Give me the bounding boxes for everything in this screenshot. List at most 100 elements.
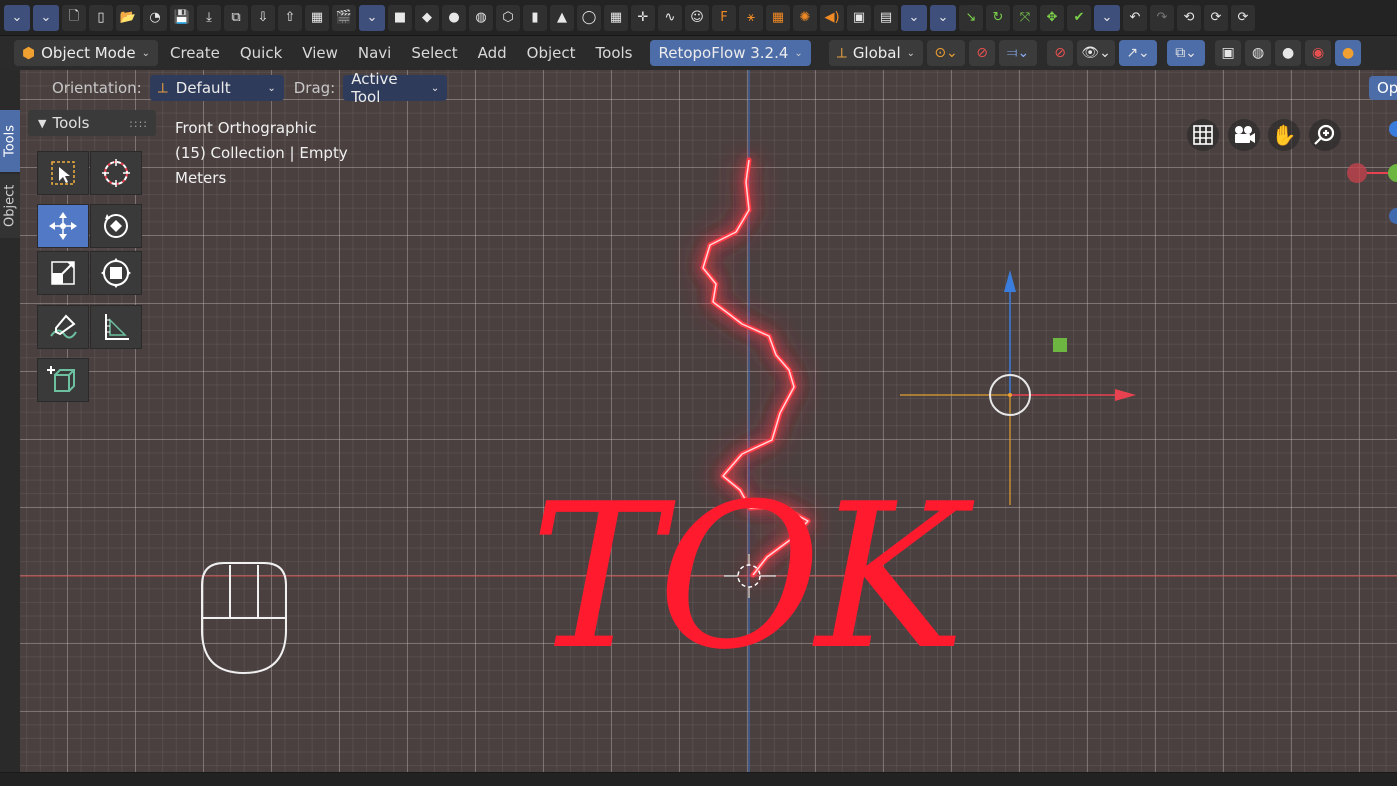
retopoflow-button[interactable]: RetopoFlow 3.2.4 ⌄ (650, 40, 811, 66)
save-icon[interactable]: 💾 (170, 4, 194, 31)
wireframe-shading-icon[interactable]: ◍ (1245, 40, 1272, 66)
menu-tools[interactable]: Tools (588, 40, 641, 66)
menu-quick[interactable]: Quick (232, 40, 290, 66)
3d-viewport[interactable]: TOK ✋ (20, 70, 1397, 772)
menu-dropdown-button[interactable]: ⌄ (4, 4, 30, 31)
menu-object[interactable]: Object (519, 40, 584, 66)
file-new-icon[interactable]: 🗋 (62, 4, 86, 31)
empty-icon[interactable]: ✛ (631, 4, 655, 31)
measure-tool[interactable] (90, 305, 142, 349)
speaker-icon[interactable]: ◀) (820, 4, 844, 31)
select-box-tool[interactable] (37, 151, 89, 195)
y-plane-handle[interactable] (1053, 338, 1067, 352)
cube-icon: ⬢ (22, 44, 36, 62)
light-icon[interactable]: ✺ (793, 4, 817, 31)
import-icon[interactable]: ⇩ (251, 4, 275, 31)
transform-tool[interactable] (90, 251, 142, 295)
armature-icon[interactable]: ⚹ (739, 4, 763, 31)
apply-icon[interactable]: ✔ (1067, 4, 1091, 31)
camera-icon[interactable] (1228, 119, 1260, 151)
tools-panel-header[interactable]: ▼ Tools :::: (28, 110, 156, 136)
monkey-icon[interactable]: ☺ (685, 4, 709, 31)
export-icon[interactable]: ⇧ (278, 4, 302, 31)
sphere-icon[interactable]: ● (442, 4, 466, 31)
proportional-edit-icon[interactable]: ⊘ (1047, 40, 1074, 66)
menu-view[interactable]: View (294, 40, 346, 66)
xray-icon[interactable]: ▣ (1215, 40, 1242, 66)
options-button[interactable]: Op (1369, 76, 1397, 100)
text-icon[interactable]: F (712, 4, 736, 31)
save-as-icon[interactable]: ⤓ (197, 4, 221, 31)
hand-icon[interactable]: ✋ (1268, 119, 1300, 151)
menu-create[interactable]: Create (162, 40, 228, 66)
reference-icon[interactable]: ▤ (874, 4, 898, 31)
zoom-icon[interactable] (1309, 119, 1341, 151)
cylinder-icon[interactable]: ▮ (523, 4, 547, 31)
refresh-icon[interactable]: ⟳ (1231, 4, 1255, 31)
repeat-icon[interactable]: ⟳ (1204, 4, 1228, 31)
render-settings-icon[interactable]: ▦ (305, 4, 329, 31)
menu-select[interactable]: Select (403, 40, 465, 66)
annotate-tool[interactable] (37, 305, 89, 349)
recent-files-icon[interactable]: ◔ (143, 4, 167, 31)
overlay-icon[interactable]: ⧉⌄ (1167, 40, 1206, 66)
rendered-shading-icon[interactable]: ● (1335, 40, 1362, 66)
magnet-icon[interactable]: ⊘ (969, 40, 996, 66)
menu-navi[interactable]: Navi (350, 40, 399, 66)
snap-increment-icon[interactable]: ⫤⌄ (999, 40, 1038, 66)
scale-tool[interactable] (37, 251, 89, 295)
rotate-snap-icon[interactable]: ↻ (986, 4, 1010, 31)
gizmo-y-ball[interactable] (1388, 164, 1397, 182)
file-blank-icon[interactable]: ▯ (89, 4, 113, 31)
mode-selector[interactable]: ⬢ Object Mode ⌄ (14, 40, 158, 66)
move-tool[interactable] (37, 204, 89, 248)
menu-add[interactable]: Add (470, 40, 515, 66)
cone-icon[interactable]: ▲ (550, 4, 574, 31)
save-copy-icon[interactable]: ⧉ (224, 4, 248, 31)
drag-dropdown[interactable]: Active Tool ⌄ (343, 70, 448, 106)
undo-icon[interactable]: ↶ (1123, 4, 1147, 31)
clapper-icon[interactable]: 🎬 (332, 4, 356, 31)
pivot-icon[interactable]: ⊙⌄ (927, 40, 966, 66)
material-shading-icon[interactable]: ◉ (1305, 40, 1332, 66)
lattice-icon[interactable]: ▦ (766, 4, 790, 31)
editor-dropdown-button[interactable]: ⌄ (33, 4, 59, 31)
snap-dropdown-button[interactable]: ⌄ (1094, 4, 1120, 31)
add-dropdown-button[interactable]: ⌄ (901, 4, 927, 31)
ico-sphere-icon[interactable]: ⬡ (496, 4, 520, 31)
tab-object[interactable]: Object (0, 174, 20, 238)
cursor-tool[interactable] (90, 151, 142, 195)
image-icon[interactable]: ▣ (847, 4, 871, 31)
cube-icon[interactable]: ◆ (415, 4, 439, 31)
visibility-icon[interactable]: 👁⌄ (1077, 40, 1116, 66)
snap-icon[interactable]: ↘ (959, 4, 983, 31)
gizmo-neg-x-ball[interactable] (1347, 163, 1367, 183)
uv-sphere-icon[interactable]: ◍ (469, 4, 493, 31)
file-dropdown-button[interactable]: ⌄ (359, 4, 385, 31)
drag-value: Active Tool (351, 70, 398, 106)
z-arrow-head[interactable] (1004, 270, 1016, 292)
tab-tools[interactable]: Tools (0, 110, 20, 172)
x-arrow-head[interactable] (1115, 389, 1136, 401)
transform-snap-icon[interactable]: ✥ (1040, 4, 1064, 31)
orientation-dropdown[interactable]: ⟂ Default ⌄ (149, 75, 284, 101)
drag-grip-icon[interactable]: :::: (129, 117, 148, 130)
redo-icon[interactable]: ↷ (1150, 4, 1174, 31)
scale-snap-icon[interactable]: ⤧ (1013, 4, 1037, 31)
solid-shading-icon[interactable]: ● (1275, 40, 1302, 66)
gizmo-neg-z-ball[interactable] (1389, 208, 1397, 224)
file-open-icon[interactable]: 📂 (116, 4, 140, 31)
transform-orientation-selector[interactable]: ⟂ Global ⌄ (828, 40, 924, 66)
gizmo-z-ball[interactable] (1389, 121, 1397, 137)
grid-mesh-icon[interactable]: ▦ (604, 4, 628, 31)
plane-icon[interactable]: ■ (388, 4, 412, 31)
grid-icon[interactable] (1187, 119, 1219, 151)
text-object-tok[interactable]: TOK (530, 478, 965, 678)
add-cube-tool[interactable] (37, 358, 89, 402)
more-dropdown-button[interactable]: ⌄ (930, 4, 956, 31)
history-icon[interactable]: ⟲ (1177, 4, 1201, 31)
rotate-tool[interactable] (90, 204, 142, 248)
curve-icon[interactable]: ∿ (658, 4, 682, 31)
gizmo-icon[interactable]: ↗⌄ (1119, 40, 1158, 66)
torus-icon[interactable]: ◯ (577, 4, 601, 31)
